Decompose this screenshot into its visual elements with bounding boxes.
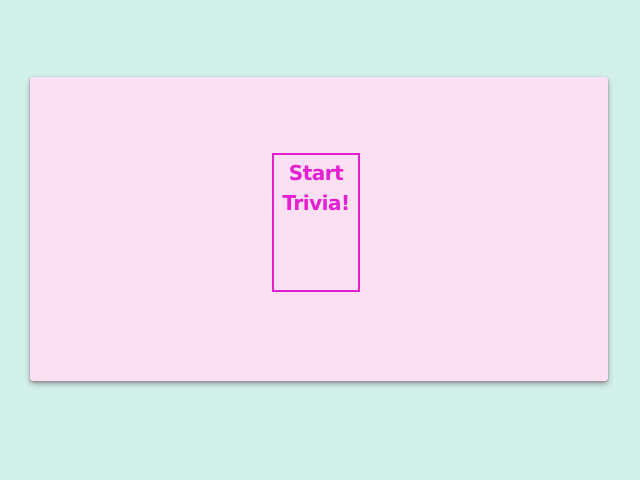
start-trivia-button[interactable]: Start Trivia! (272, 153, 360, 292)
trivia-card: Start Trivia! (30, 77, 608, 381)
